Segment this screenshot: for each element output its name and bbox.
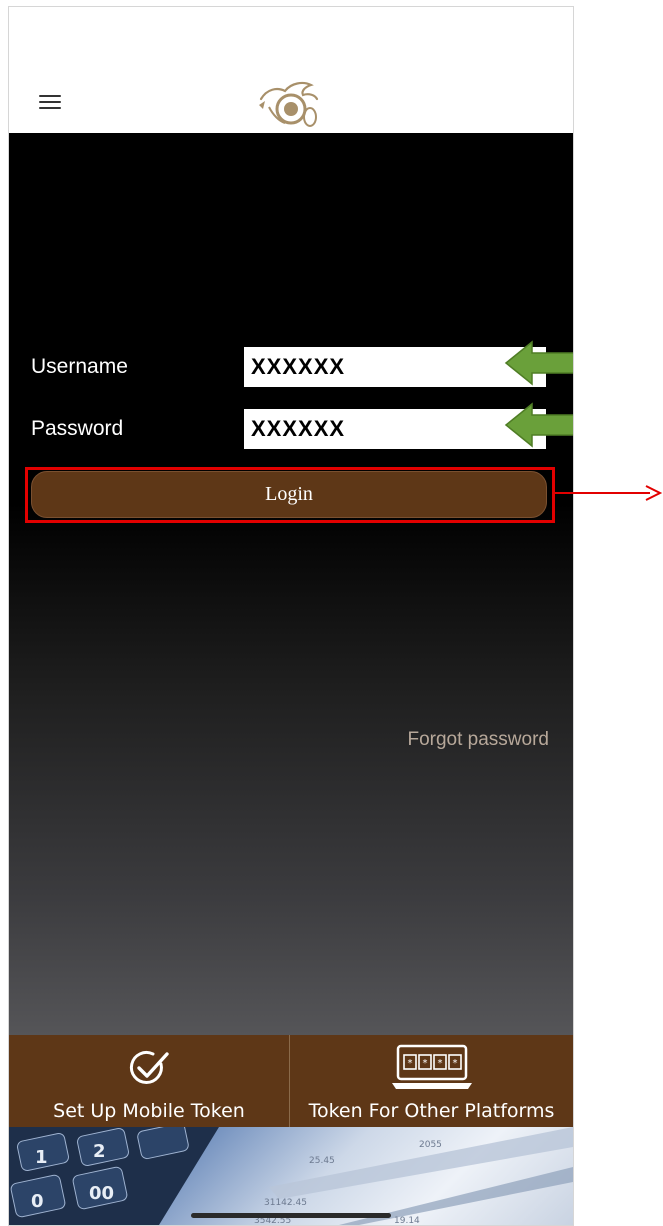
laptop-token-icon: * * * *	[392, 1044, 472, 1089]
svg-text:00: 00	[89, 1183, 114, 1204]
svg-text:0: 0	[31, 1191, 44, 1212]
forgot-password-link[interactable]: Forgot password	[407, 729, 549, 751]
green-arrow-icon	[504, 402, 573, 448]
svg-text:*: *	[453, 1058, 458, 1069]
setup-mobile-token-label: Set Up Mobile Token	[53, 1100, 245, 1122]
red-arrow-icon	[554, 485, 663, 501]
bottom-bar: Set Up Mobile Token * * * * Token For Ot…	[9, 1035, 573, 1127]
svg-text:2055: 2055	[419, 1140, 442, 1150]
calculator-background-image: 1 2 0 00 2055 25.45 31142.45 3542.55 19.…	[9, 1127, 573, 1225]
password-input[interactable]: XXXXXX	[244, 409, 546, 449]
svg-text:2: 2	[93, 1141, 106, 1162]
checkmark-circle-icon	[129, 1050, 169, 1084]
calculator-photo: 1 2 0 00 2055 25.45 31142.45 3542.55 19.…	[9, 1127, 573, 1225]
username-input[interactable]: XXXXXX	[244, 347, 546, 387]
phone-screen: Username XXXXXX Password XXXXXX Forgot p…	[8, 6, 574, 1226]
svg-text:1: 1	[35, 1147, 48, 1168]
login-button[interactable]: Login	[31, 471, 547, 518]
dragon-logo	[259, 81, 319, 127]
svg-text:31142.45: 31142.45	[264, 1198, 307, 1208]
svg-text:*: *	[408, 1058, 413, 1069]
setup-mobile-token-button[interactable]: Set Up Mobile Token	[9, 1035, 289, 1127]
home-indicator	[191, 1213, 391, 1218]
token-other-platforms-button[interactable]: * * * * Token For Other Platforms	[290, 1035, 573, 1127]
svg-text:*: *	[438, 1058, 443, 1069]
token-other-platforms-label: Token For Other Platforms	[308, 1100, 555, 1122]
login-area: Username XXXXXX Password XXXXXX Forgot p…	[9, 133, 573, 1035]
hamburger-menu-icon[interactable]	[39, 93, 61, 111]
username-label: Username	[31, 355, 128, 378]
password-label: Password	[31, 417, 124, 440]
green-arrow-icon	[504, 340, 573, 386]
svg-text:25.45: 25.45	[309, 1156, 335, 1166]
svg-text:*: *	[423, 1058, 428, 1069]
top-bar	[9, 7, 573, 133]
